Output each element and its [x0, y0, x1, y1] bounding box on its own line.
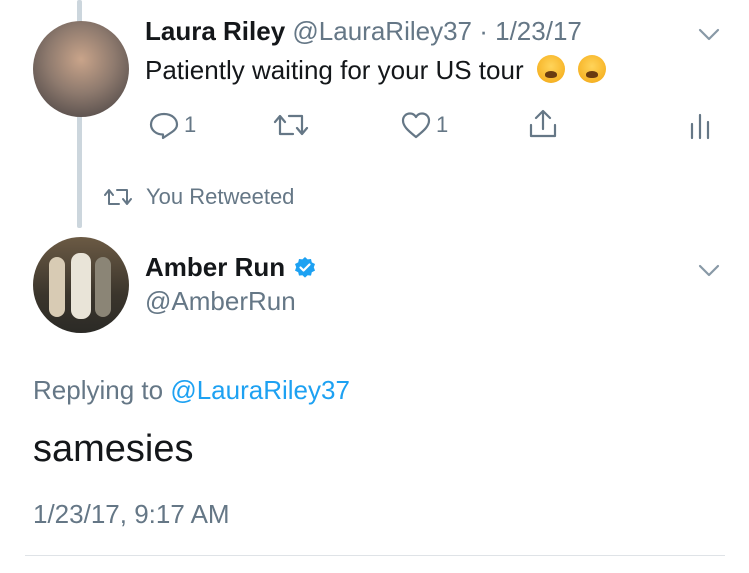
retweet-icon — [273, 114, 309, 136]
retweet-icon — [104, 189, 132, 205]
tweet1-handle-date[interactable]: @LauraRiley37 · 1/23/17 — [292, 16, 581, 46]
retweet-context: You Retweeted — [104, 184, 294, 210]
tweet1-body: Patiently waiting for your US tour — [145, 55, 607, 86]
like-button[interactable]: 1 — [400, 110, 448, 140]
chevron-down-icon[interactable] — [698, 28, 720, 42]
reply-count: 1 — [184, 112, 197, 137]
share-icon — [529, 109, 557, 138]
tweet2-display-name[interactable]: Amber Run — [145, 252, 285, 283]
analytics-icon — [690, 113, 710, 140]
weary-face-emoji — [536, 55, 565, 83]
replying-to-handle[interactable]: @LauraRiley37 — [170, 375, 350, 405]
tweet2-name-row: Amber Run — [145, 252, 317, 283]
tweet2-handle[interactable]: @AmberRun — [145, 286, 296, 317]
share-button[interactable] — [527, 108, 559, 140]
like-count: 1 — [436, 112, 449, 137]
weary-face-emoji — [578, 55, 607, 83]
tweet1-text: Patiently waiting for your US tour — [145, 55, 524, 85]
analytics-button[interactable] — [688, 112, 712, 140]
replying-to-prefix: Replying to — [33, 375, 164, 405]
divider — [25, 555, 725, 556]
avatar-laura-riley[interactable] — [33, 21, 129, 117]
avatar-amber-run[interactable] — [33, 237, 129, 333]
tweet2-text: samesies — [33, 428, 194, 470]
tweet1-display-name[interactable]: Laura Riley — [145, 16, 285, 46]
tweet1-header: Laura Riley @LauraRiley37 · 1/23/17 — [145, 16, 582, 47]
heart-icon — [401, 112, 431, 139]
replying-to: Replying to @LauraRiley37 — [33, 375, 350, 406]
reply-icon — [149, 112, 179, 140]
verified-badge-icon — [295, 256, 316, 278]
tweet2-timestamp[interactable]: 1/23/17, 9:17 AM — [33, 499, 230, 530]
reply-button[interactable]: 1 — [148, 110, 196, 140]
chevron-down-icon[interactable] — [698, 264, 720, 278]
retweet-button[interactable] — [273, 112, 309, 138]
retweet-context-label[interactable]: You Retweeted — [146, 184, 294, 210]
